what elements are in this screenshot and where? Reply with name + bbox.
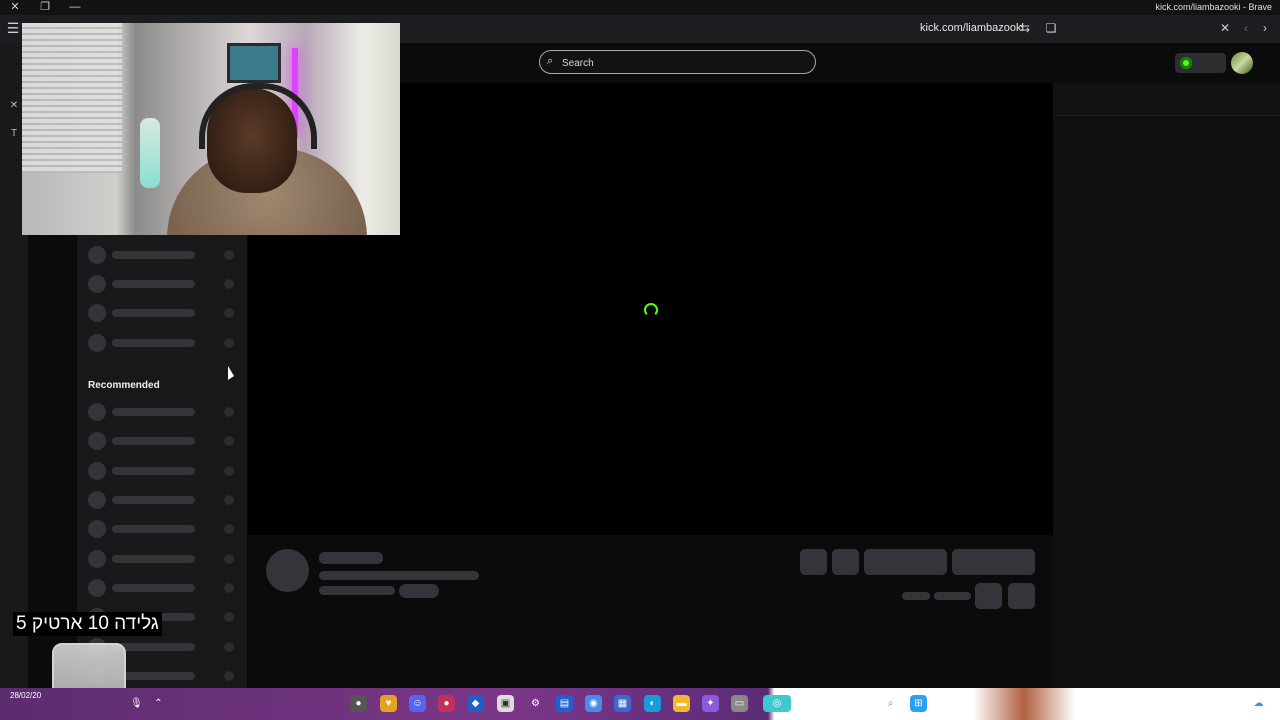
folder-icon[interactable]: ▬ [673, 695, 690, 712]
stream-title-placeholder [319, 571, 479, 580]
recommended-channel-placeholder [88, 462, 236, 480]
store-icon[interactable]: ▦ [614, 695, 631, 712]
app-icon[interactable]: ▭ [731, 695, 748, 712]
search-icon[interactable]: ⌕ [882, 695, 899, 712]
share-button-placeholder[interactable] [975, 583, 1002, 609]
action-button-placeholder[interactable] [800, 549, 827, 575]
address-bar-url[interactable]: kick.com/liambazooki [920, 22, 1024, 34]
recommended-channel-placeholder [88, 520, 236, 538]
kick-coin-icon [1180, 57, 1192, 69]
close-icon[interactable]: ✕ [0, 0, 30, 15]
webcam-overlay [22, 23, 400, 235]
uptime-placeholder [934, 592, 971, 600]
recommended-channel-placeholder [88, 550, 236, 568]
recommended-channel-placeholder [88, 579, 236, 597]
stream-category-placeholder [319, 586, 395, 595]
chatgpt-icon[interactable]: ⚙ [527, 695, 544, 712]
app-icon[interactable]: ◆ [467, 695, 484, 712]
edge-icon[interactable]: ◐ [644, 695, 661, 712]
search-box[interactable]: ⌕ [539, 50, 816, 74]
follow-button-placeholder[interactable] [864, 549, 947, 575]
chat-panel [1053, 83, 1280, 688]
app-icon[interactable]: ✦ [702, 695, 719, 712]
obs-icon[interactable]: ● [350, 695, 367, 712]
app-icon[interactable]: ◎ [763, 695, 791, 712]
streamer-name-placeholder [319, 552, 383, 564]
recommended-heading: Recommended [88, 380, 160, 391]
chevron-up-icon[interactable]: ⌃ [150, 695, 167, 712]
followed-channel-placeholder [88, 246, 236, 264]
stream-tag-placeholder [399, 584, 439, 598]
recommended-channel-placeholder [88, 432, 236, 450]
subscribe-button-placeholder[interactable] [952, 549, 1035, 575]
close-icon[interactable]: ✕ [1217, 20, 1233, 36]
weather-icon[interactable]: ☁ [1250, 695, 1267, 712]
search-input[interactable] [560, 54, 804, 72]
taskbar [0, 688, 1280, 720]
bookmark-icon[interactable]: ❏ [1043, 20, 1059, 36]
taskbar-date: 28/02/20 [10, 691, 42, 700]
tab-close-icon[interactable]: ✕ [4, 98, 24, 114]
followed-channel-placeholder [88, 275, 236, 293]
streamer-avatar-placeholder [266, 549, 309, 592]
minimize-icon[interactable]: — [60, 0, 90, 15]
chrome-icon[interactable]: ◉ [585, 695, 602, 712]
microphone-icon[interactable]: 🎙 [128, 695, 145, 712]
caption-overlay: גלידה 10 ארטיק 5 [13, 612, 162, 636]
mouse-cursor [228, 366, 234, 380]
wallet-button[interactable] [1175, 53, 1226, 73]
more-button-placeholder[interactable] [1008, 583, 1035, 609]
search-icon: ⌕ [547, 55, 554, 67]
loading-spinner-icon [644, 303, 658, 317]
window-title: kick.com/liambazooki - Brave [1155, 2, 1272, 12]
back-icon[interactable]: ‹ [1238, 20, 1254, 36]
viewer-count-placeholder [902, 592, 930, 600]
app-icon[interactable]: ● [438, 695, 455, 712]
translate-icon[interactable]: ⇆ [1017, 20, 1033, 36]
tab-item[interactable]: T [4, 126, 24, 142]
app-icon[interactable]: ▤ [556, 695, 573, 712]
recommended-channel-placeholder [88, 491, 236, 509]
followed-channel-placeholder [88, 304, 236, 322]
discord-icon[interactable]: ☺ [409, 695, 426, 712]
action-button-placeholder[interactable] [832, 549, 859, 575]
windows-start-icon[interactable]: ⊞ [910, 695, 927, 712]
sidebar-toggle-icon[interactable]: ☰ [4, 18, 22, 38]
window-titlebar: ✕ ❐ — kick.com/liambazooki - Brave [0, 0, 1280, 15]
app-icon[interactable]: ♥ [380, 695, 397, 712]
app-icon[interactable]: ▣ [497, 695, 514, 712]
restore-icon[interactable]: ❐ [30, 0, 60, 15]
recommended-channel-placeholder [88, 403, 236, 421]
avatar[interactable] [1231, 52, 1253, 74]
followed-channel-placeholder [88, 334, 236, 352]
forward-icon[interactable]: › [1257, 20, 1273, 36]
